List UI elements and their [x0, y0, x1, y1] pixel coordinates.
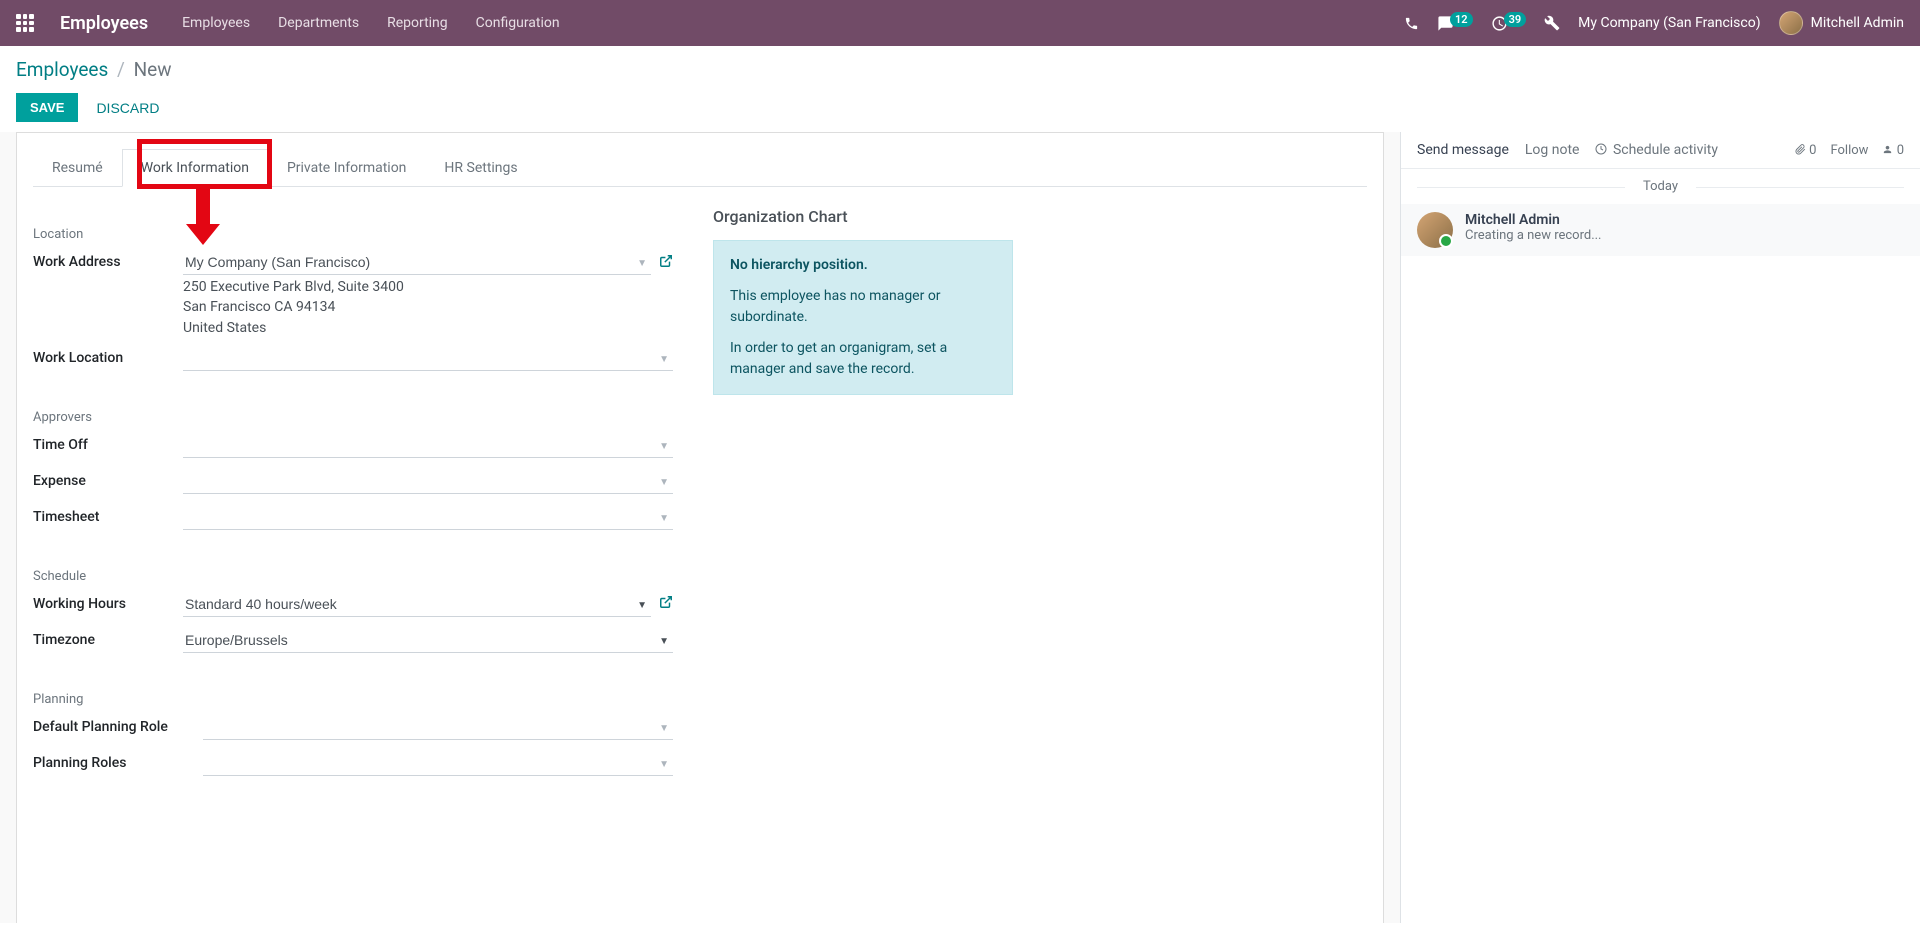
attachments-count[interactable]: 0: [1795, 143, 1817, 158]
breadcrumb-separator: /: [117, 58, 125, 81]
work-location-label: Work Location: [33, 346, 183, 366]
chatter-date-separator: Today: [1401, 179, 1920, 194]
schedule-activity-button[interactable]: Schedule activity: [1595, 142, 1718, 158]
menu-employees[interactable]: Employees: [182, 15, 250, 31]
messaging-badge: 12: [1450, 12, 1473, 27]
chatter-topbar: Send message Log note Schedule activity …: [1401, 132, 1920, 169]
tab-hr-settings[interactable]: HR Settings: [425, 149, 536, 186]
tab-resume[interactable]: Resumé: [33, 149, 122, 186]
app-title[interactable]: Employees: [60, 13, 148, 34]
navbar-menu: Employees Departments Reporting Configur…: [182, 15, 560, 31]
menu-reporting[interactable]: Reporting: [387, 15, 448, 31]
form-sheet: Resumé Work Information Private Informat…: [16, 132, 1384, 923]
timezone-label: Timezone: [33, 628, 183, 648]
tab-work-information[interactable]: Work Information: [122, 149, 268, 187]
external-link-icon[interactable]: [659, 254, 673, 272]
timesheet-label: Timesheet: [33, 505, 183, 525]
user-name: Mitchell Admin: [1811, 15, 1904, 31]
timesheet-input[interactable]: [183, 505, 673, 530]
working-hours-label: Working Hours: [33, 592, 183, 612]
user-avatar: [1779, 11, 1803, 35]
user-menu[interactable]: Mitchell Admin: [1779, 11, 1904, 35]
notebook-tabs: Resumé Work Information Private Informat…: [33, 149, 1367, 187]
chatter-panel: Send message Log note Schedule activity …: [1400, 132, 1920, 923]
form-scroll-area[interactable]: Resumé Work Information Private Informat…: [0, 132, 1400, 923]
section-approvers-title: Approvers: [33, 410, 673, 425]
planning-roles-input[interactable]: [203, 751, 673, 776]
work-location-input[interactable]: [183, 346, 673, 371]
external-link-icon[interactable]: [659, 595, 673, 613]
org-chart-alert: No hierarchy position. This employee has…: [713, 240, 1013, 395]
phone-icon[interactable]: [1404, 16, 1419, 31]
breadcrumb: Employees / New: [16, 58, 1904, 81]
save-button[interactable]: SAVE: [16, 93, 78, 122]
section-planning-title: Planning: [33, 692, 673, 707]
section-location-title: Location: [33, 227, 673, 242]
chatter-message: Mitchell Admin Creating a new record...: [1401, 204, 1920, 256]
debug-icon[interactable]: [1544, 15, 1560, 31]
expense-label: Expense: [33, 469, 183, 489]
breadcrumb-current: New: [134, 58, 172, 81]
time-off-label: Time Off: [33, 433, 183, 453]
default-planning-role-label: Default Planning Role: [33, 715, 203, 735]
planning-roles-label: Planning Roles: [33, 751, 203, 771]
time-off-input[interactable]: [183, 433, 673, 458]
org-alert-line2: In order to get an organigram, set a man…: [730, 338, 996, 380]
company-switcher[interactable]: My Company (San Francisco): [1578, 15, 1760, 31]
send-message-button[interactable]: Send message: [1417, 142, 1509, 158]
menu-configuration[interactable]: Configuration: [476, 15, 560, 31]
default-planning-role-input[interactable]: [203, 715, 673, 740]
apps-icon[interactable]: [16, 14, 34, 32]
message-avatar: [1417, 212, 1453, 248]
work-address-input[interactable]: [183, 250, 651, 275]
followers-count[interactable]: 0: [1882, 143, 1904, 158]
working-hours-input[interactable]: [183, 592, 651, 617]
activities-badge: 39: [1504, 12, 1527, 27]
menu-departments[interactable]: Departments: [278, 15, 359, 31]
timezone-input[interactable]: [183, 628, 673, 653]
messaging-icon[interactable]: 12: [1437, 15, 1473, 32]
top-navbar: Employees Employees Departments Reportin…: [0, 0, 1920, 46]
work-address-display: 250 Executive Park Blvd, Suite 3400 San …: [183, 277, 673, 338]
breadcrumb-root[interactable]: Employees: [16, 58, 108, 81]
discard-button[interactable]: DISCARD: [88, 94, 167, 122]
expense-input[interactable]: [183, 469, 673, 494]
work-address-label: Work Address: [33, 250, 183, 270]
message-body: Creating a new record...: [1465, 228, 1904, 243]
org-chart-title: Organization Chart: [713, 207, 1013, 226]
tab-private-information[interactable]: Private Information: [268, 149, 425, 186]
section-schedule-title: Schedule: [33, 569, 673, 584]
org-alert-heading: No hierarchy position.: [730, 255, 996, 276]
control-panel: Employees / New SAVE DISCARD: [0, 46, 1920, 132]
log-note-button[interactable]: Log note: [1525, 142, 1580, 158]
activities-icon[interactable]: 39: [1491, 15, 1527, 32]
org-alert-line1: This employee has no manager or subordin…: [730, 286, 996, 328]
message-author: Mitchell Admin: [1465, 212, 1904, 228]
follow-button[interactable]: Follow: [1830, 143, 1868, 158]
